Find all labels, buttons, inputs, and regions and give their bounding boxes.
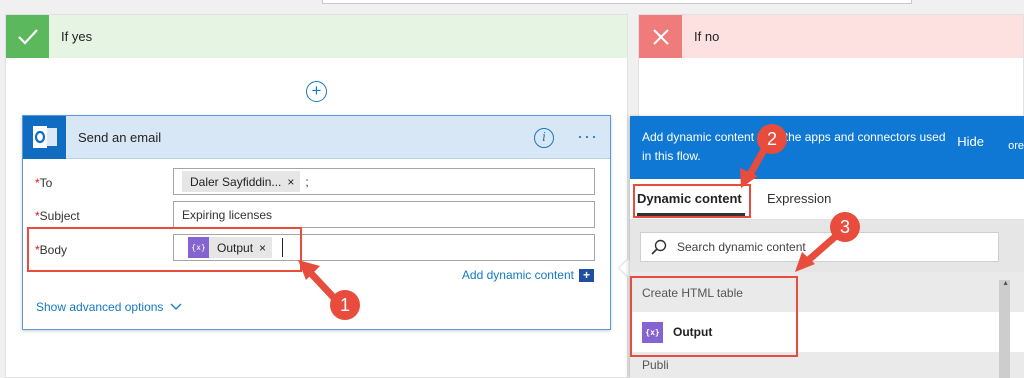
callout-3: 3 — [830, 212, 860, 242]
callout-2: 2 — [757, 124, 787, 154]
callout-arrows — [298, 146, 839, 303]
callout-1: 1 — [330, 290, 360, 320]
